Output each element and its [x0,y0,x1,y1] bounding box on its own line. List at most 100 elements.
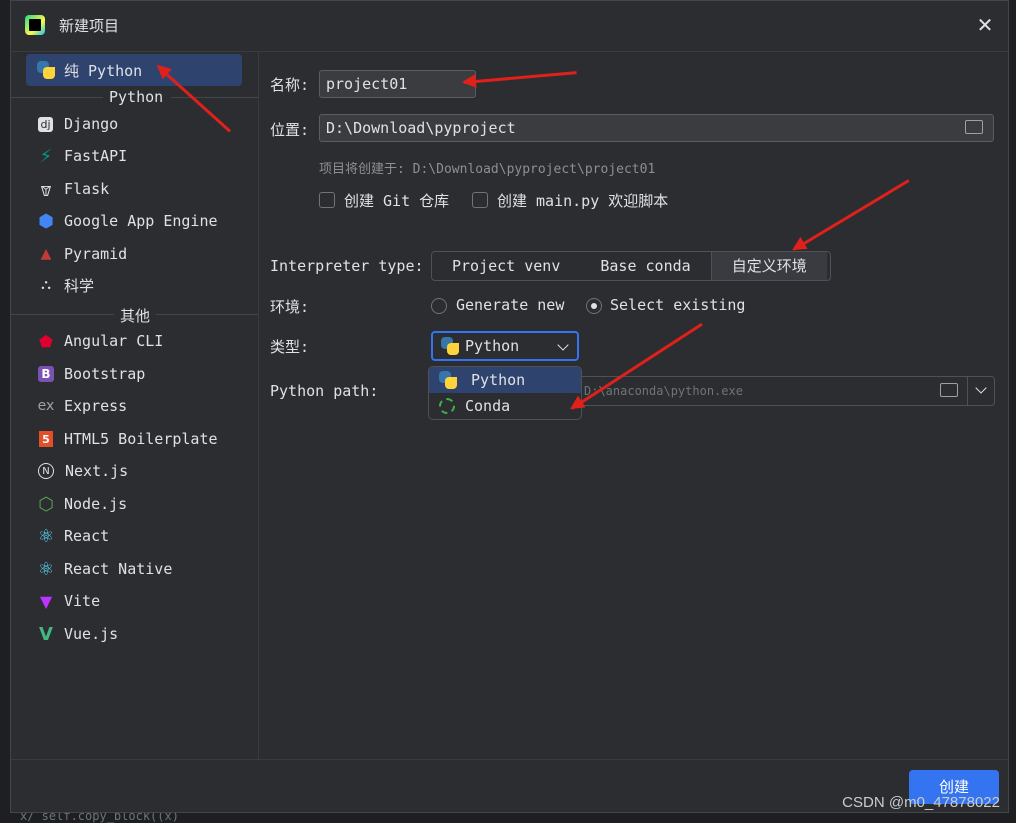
title-bar: 新建项目 ✕ [11,1,1008,52]
project-settings-panel: 名称: project01 位置: D:\Download\pyproject … [259,52,1008,761]
conda-icon [439,398,455,414]
select-existing-radio[interactable] [586,298,602,314]
sidebar-item-label: Vue.js [64,625,119,643]
git-repo-checkbox[interactable] [319,192,335,208]
sidebar-item-label: Django [64,115,119,133]
type-option-python[interactable]: Python [429,367,581,393]
section-other-separator: 其他 [11,306,258,325]
type-label: 类型: [270,338,310,356]
environment-label: 环境: [270,298,310,316]
select-existing-label: Select existing [610,296,746,314]
sidebar-item-react-native[interactable]: ⚛ React Native [26,553,242,585]
python-icon [439,371,457,389]
annotation-arrow [793,179,910,251]
option-label: Python [471,371,526,389]
google-app-engine-icon: ⬢ [38,210,54,232]
react-icon: ⚛ [37,525,55,547]
chevron-down-icon [975,382,987,394]
sidebar-item-label: Angular CLI [64,332,164,350]
sidebar-item-vuejs[interactable]: V Vue.js [26,618,242,650]
sidebar-item-label: Google App Engine [64,212,218,230]
fastapi-icon: ⚡ [39,145,53,167]
pyramid-icon: ▲ [40,246,52,262]
sidebar-item-label: FastAPI [64,147,128,165]
sidebar-item-angular-cli[interactable]: ⬟ Angular CLI [26,325,242,357]
sidebar-item-label: Node.js [64,495,128,513]
option-label: Conda [465,397,511,415]
sidebar-item-label: 科学 [64,276,95,295]
sidebar-item-label: React [64,527,110,545]
sidebar-item-label: Bootstrap [64,365,146,383]
csdn-watermark: CSDN @m0_47878022 [842,794,1000,811]
type-combobox-value: Python [465,337,520,355]
section-label: 其他 [120,307,151,325]
sidebar-item-nodejs[interactable]: ⬡ Node.js [26,488,242,520]
sidebar-item-pure-python[interactable]: 纯 Python [26,54,242,86]
vue-icon: V [39,623,53,645]
sidebar-item-nextjs[interactable]: N Next.js [26,455,242,487]
sidebar-item-fastapi[interactable]: ⚡ FastAPI [26,140,242,172]
interpreter-type-segmented: Project venv Base conda 自定义环境 [431,251,831,281]
type-dropdown-popup: Python Conda [428,366,582,420]
dialog-title: 新建项目 [59,17,120,35]
sidebar-item-pyramid[interactable]: ▲ Pyramid [26,238,242,270]
tab-project-venv[interactable]: Project venv [432,252,580,280]
python-path-input[interactable]: D:\anaconda\python.exe [577,376,995,406]
vite-icon: ▼ [39,591,53,611]
close-icon[interactable]: ✕ [974,14,996,36]
express-icon: ex [37,398,55,414]
react-native-icon: ⚛ [37,558,55,580]
generate-new-radio[interactable] [431,298,447,314]
tab-custom-environment[interactable]: 自定义环境 [710,252,827,280]
generate-new-label: Generate new [456,296,565,314]
sidebar-item-label: Next.js [65,462,129,480]
flask-icon: 🝩 [40,183,52,200]
sidebar-item-flask[interactable]: 🝩 Flask [26,173,242,205]
project-name-input[interactable]: project01 [319,70,476,98]
location-label: 位置: [270,121,310,139]
new-project-dialog: 新建项目 ✕ 纯 Python Python dj Django ⚡ FastA… [10,0,1009,813]
annotation-arrow [463,71,577,84]
type-combobox[interactable]: Python [431,331,579,361]
project-type-sidebar: 纯 Python Python dj Django ⚡ FastAPI 🝩 Fl… [11,52,259,761]
sidebar-item-label: HTML5 Boilerplate [64,430,218,448]
sidebar-item-label: 纯 Python [64,61,143,80]
pycharm-logo-icon [25,15,45,35]
html5-icon: 5 [39,431,53,447]
sidebar-item-express[interactable]: ex Express [26,390,242,422]
name-label: 名称: [270,76,310,94]
python-icon [36,60,56,80]
sidebar-item-bootstrap[interactable]: B Bootstrap [26,358,242,390]
section-python-separator: Python [11,88,258,106]
django-icon: dj [38,116,53,132]
sidebar-item-label: Vite [64,592,101,610]
interpreter-type-label: Interpreter type: [270,257,424,275]
folder-icon[interactable] [940,383,958,397]
sidebar-item-scientific[interactable]: ⛬ 科学 [26,269,242,301]
python-icon [441,337,459,355]
folder-icon[interactable] [965,120,983,134]
sidebar-item-label: React Native [64,560,173,578]
main-py-checkbox[interactable] [472,192,488,208]
sidebar-item-label: Flask [64,180,110,198]
python-path-label: Python path: [270,382,379,400]
chevron-down-icon [557,339,569,351]
scientific-icon: ⛬ [41,277,51,293]
type-option-conda[interactable]: Conda [429,393,581,419]
main-py-label: 创建 main.py 欢迎脚本 [497,192,669,210]
location-value: D:\Download\pyproject [326,119,516,137]
sidebar-item-label: Pyramid [64,245,128,263]
git-repo-label: 创建 Git 仓库 [344,192,450,210]
tab-base-conda[interactable]: Base conda [580,252,710,280]
angular-icon: ⬟ [39,331,53,351]
sidebar-item-google-app-engine[interactable]: ⬢ Google App Engine [26,205,242,237]
nextjs-icon: N [38,463,54,479]
sidebar-item-vite[interactable]: ▼ Vite [26,585,242,617]
location-input[interactable]: D:\Download\pyproject [319,114,994,142]
sidebar-item-react[interactable]: ⚛ React [26,520,242,552]
sidebar-item-html5-boilerplate[interactable]: 5 HTML5 Boilerplate [26,423,242,455]
nodejs-icon: ⬡ [38,493,54,515]
python-path-dropdown-button[interactable] [967,377,994,405]
section-label: Python [109,88,164,106]
bootstrap-icon: B [38,366,54,382]
